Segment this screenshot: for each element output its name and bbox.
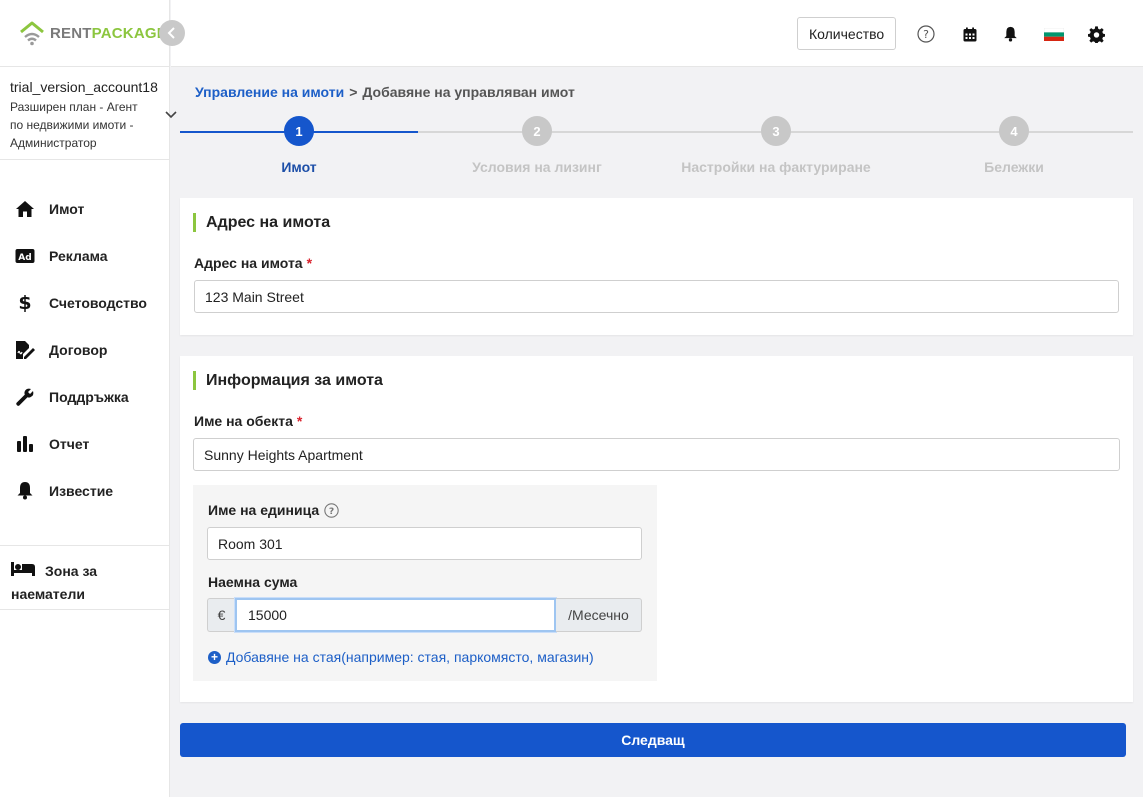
unit-name-input[interactable]	[207, 527, 642, 560]
wizard-stepper: 1 2 3 4 Имот Условия на лизинг Настройки…	[180, 116, 1133, 178]
sidebar-item-property[interactable]: Имот	[0, 185, 170, 232]
account-plan: Разширен план - Агент по недвижими имоти…	[10, 100, 138, 150]
unit-box: Име на единица ? Наемна сума € /Месечно …	[193, 485, 657, 681]
required-marker: *	[306, 255, 313, 271]
step-4-circle[interactable]: 4	[999, 116, 1029, 146]
step-3-circle[interactable]: 3	[761, 116, 791, 146]
required-marker: *	[296, 413, 303, 429]
address-field-label: Адрес на имота *	[194, 255, 312, 271]
svg-text:?: ?	[923, 28, 929, 41]
step-2-circle[interactable]: 2	[522, 116, 552, 146]
step-1-label: Имот	[281, 159, 317, 175]
logo[interactable]: RENTPACKAGE	[18, 20, 167, 46]
bed-icon	[11, 561, 35, 583]
home-icon	[14, 198, 36, 220]
bulgarian-flag-icon[interactable]	[1044, 24, 1064, 44]
section-title-address: Адрес на имота	[193, 213, 330, 232]
rent-amount-input-group: € /Месечно	[207, 598, 642, 632]
unit-name-label-text: Име на единица	[208, 502, 320, 518]
wifi-house-logo-icon	[20, 21, 44, 46]
sidebar-item-tenant-zone[interactable]: Зона за наематели	[0, 545, 170, 610]
sidebar-item-advertising[interactable]: Ad Реклама	[0, 232, 170, 279]
chevron-down-icon[interactable]	[164, 107, 178, 125]
plus-circle-icon: +	[208, 650, 221, 664]
sidebar-item-contract[interactable]: Договор	[0, 326, 170, 373]
chevron-left-icon	[167, 27, 175, 39]
sidebar-item-label: Договор	[49, 341, 108, 358]
property-address-card: Адрес на имота Адрес на имота *	[180, 198, 1133, 335]
sidebar-item-label: Отчет	[49, 435, 90, 452]
breadcrumb: Управление на имоти > Добавяне на управляв…	[195, 84, 575, 100]
add-room-link[interactable]: + Добавяне на стая(например: стая, парком…	[208, 649, 594, 665]
sidebar-item-label: Счетоводство	[49, 294, 147, 311]
contract-icon	[14, 339, 36, 361]
rent-amount-label: Наемна сума	[208, 574, 298, 590]
quantity-button[interactable]: Количество	[797, 17, 897, 50]
svg-text:Ad: Ad	[18, 253, 31, 263]
dollar-icon: $	[18, 291, 32, 314]
wrench-icon	[14, 386, 36, 408]
property-name-input[interactable]	[193, 438, 1120, 471]
sidebar: RENTPACKAGE trial_version_account18 Разш…	[0, 0, 177, 797]
breadcrumb-current: Добавяне на управляван имот	[362, 84, 575, 100]
address-label-text: Адрес на имота	[194, 255, 303, 271]
add-room-label: Добавяне на стая(например: стая, паркомя…	[226, 649, 594, 665]
bell-icon	[14, 480, 36, 502]
sidebar-item-label: Поддръжка	[49, 388, 129, 405]
sidebar-item-label: Имот	[49, 200, 85, 217]
help-icon[interactable]: ?	[916, 24, 936, 44]
rent-period-suffix: /Месечно	[556, 598, 642, 632]
svg-text:?: ?	[329, 505, 334, 516]
account-name: trial_version_account18	[10, 79, 158, 95]
bar-chart-icon	[14, 433, 36, 455]
breadcrumb-separator: >	[349, 84, 358, 100]
property-name-field-label: Име на обекта *	[194, 413, 302, 429]
breadcrumb-link-property-management[interactable]: Управление на имоти	[195, 84, 344, 100]
sidebar-item-accounting[interactable]: $ Счетоводство	[0, 279, 170, 326]
address-input[interactable]	[194, 280, 1119, 313]
step-2-label: Условия на лизинг	[472, 159, 602, 175]
collapse-sidebar-button[interactable]	[159, 20, 185, 46]
sidebar-item-report[interactable]: Отчет	[0, 420, 170, 467]
gear-icon[interactable]	[1086, 24, 1106, 44]
top-header: Количество ?	[171, 0, 1143, 67]
step-3-label: Настройки на фактуриране	[681, 159, 871, 175]
step-4-label: Бележки	[984, 159, 1044, 175]
rent-amount-input[interactable]	[235, 598, 556, 632]
sidebar-item-label: Реклама	[49, 247, 108, 264]
help-icon[interactable]: ?	[324, 502, 339, 518]
sidebar-item-maintenance[interactable]: Поддръжка	[0, 373, 170, 420]
sidebar-item-notification[interactable]: Известие	[0, 467, 170, 514]
logo-text-rent: RENT	[50, 24, 92, 42]
section-title-info: Информация за имота	[193, 371, 383, 390]
account-switcher[interactable]: trial_version_account18 Разширен план - …	[0, 66, 177, 160]
step-1-circle[interactable]: 1	[284, 116, 314, 146]
ad-icon: Ad	[14, 245, 36, 267]
currency-prefix: €	[207, 598, 235, 632]
logo-text-package: PACKAGE	[91, 24, 167, 42]
calendar-icon[interactable]	[960, 24, 980, 44]
sidebar-nav: Имот Ad Реклама $ Счетоводство Договор П…	[0, 185, 170, 514]
property-name-label-text: Име на обекта	[194, 413, 293, 429]
sidebar-item-label: Известие	[49, 482, 114, 499]
unit-name-field-label: Име на единица ?	[208, 502, 339, 518]
bell-icon[interactable]	[1000, 24, 1020, 44]
next-button[interactable]: Следващ	[180, 723, 1126, 757]
